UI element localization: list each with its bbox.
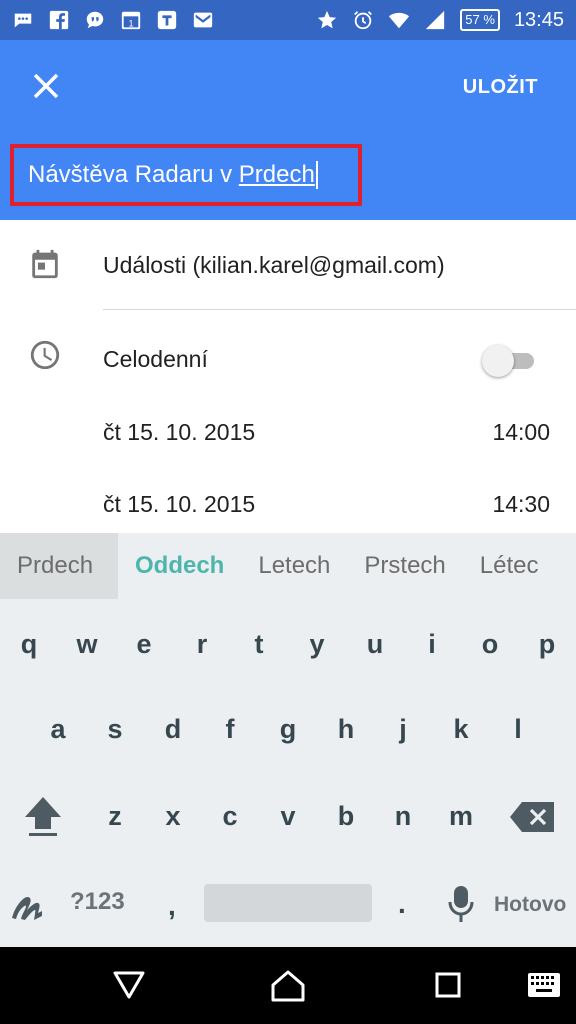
key-t[interactable]: t <box>239 629 279 660</box>
end-date[interactable]: čt 15. 10. 2015 <box>103 491 255 518</box>
key-u[interactable]: u <box>355 629 395 660</box>
suggestion-item[interactable]: Letech <box>241 533 347 599</box>
all-day-label: Celodenní <box>103 346 208 372</box>
calendar-row[interactable]: Události (kilian.karel@gmail.com) <box>0 220 576 310</box>
key-w[interactable]: w <box>67 629 107 660</box>
suggestion-strip: Prdech Oddech Letech Prstech Létec <box>0 533 576 599</box>
gmail-icon <box>192 9 214 31</box>
svg-text:1: 1 <box>128 18 133 28</box>
event-title-composing: Prdech <box>238 161 315 188</box>
start-row: čt 15. 10. 2015 14:00 <box>0 400 576 464</box>
keyboard-row-2: a s d f g h j k l <box>0 714 576 754</box>
keyboard-switch-button[interactable] <box>528 973 560 1002</box>
backspace-icon <box>510 802 554 832</box>
key-a[interactable]: a <box>38 714 78 745</box>
calendar-name: Události (kilian.karel@gmail.com) <box>103 252 445 278</box>
done-key[interactable]: Hotovo <box>494 893 566 917</box>
home-icon <box>271 970 305 1002</box>
microphone-icon <box>448 886 474 922</box>
messenger-icon <box>12 9 34 31</box>
save-button[interactable]: ULOŽIT <box>463 76 538 99</box>
suggestion-item[interactable]: Oddech <box>118 533 241 599</box>
key-p[interactable]: p <box>527 629 567 660</box>
keyboard-row-3: z x c v b n m <box>0 801 576 841</box>
key-i[interactable]: i <box>412 629 452 660</box>
recents-icon <box>435 972 461 998</box>
end-row: čt 15. 10. 2015 14:30 <box>0 472 576 536</box>
navigation-bar <box>0 947 576 1024</box>
signal-icon <box>424 9 446 31</box>
key-m[interactable]: m <box>441 801 481 832</box>
text-cursor <box>315 161 318 189</box>
key-k[interactable]: k <box>441 714 481 745</box>
alarm-icon <box>352 9 374 31</box>
status-bar: 1 57 % 13:45 <box>0 0 576 40</box>
recents-button[interactable] <box>434 969 462 1006</box>
home-button[interactable] <box>270 969 306 1008</box>
mic-key[interactable] <box>447 884 475 929</box>
keyboard-icon <box>528 973 560 997</box>
space-bar[interactable] <box>204 884 372 922</box>
key-c[interactable]: c <box>210 801 250 832</box>
clock: 13:45 <box>513 8 564 31</box>
key-g[interactable]: g <box>268 714 308 745</box>
suggestion-item[interactable]: Prdech <box>0 533 118 599</box>
suggestion-item[interactable]: Prstech <box>347 533 462 599</box>
keyboard-row-1: q w e r t y u i o p <box>0 629 576 669</box>
close-icon <box>33 73 59 99</box>
wifi-icon <box>388 9 410 31</box>
toggle-thumb <box>482 345 514 377</box>
chat-icon <box>84 9 106 31</box>
backspace-key[interactable] <box>510 802 554 837</box>
key-f[interactable]: f <box>210 714 250 745</box>
shift-icon <box>25 797 61 836</box>
battery-indicator: 57 % <box>460 9 500 31</box>
back-icon <box>113 971 145 999</box>
close-button[interactable] <box>28 68 64 104</box>
shift-key[interactable] <box>22 795 64 846</box>
start-date[interactable]: čt 15. 10. 2015 <box>103 419 255 446</box>
event-title-prefix: Návštěva Radaru v <box>28 161 239 188</box>
clock-icon <box>28 338 62 372</box>
key-h[interactable]: h <box>326 714 366 745</box>
key-y[interactable]: y <box>297 629 337 660</box>
event-title-input[interactable]: Návštěva Radaru v Prdech <box>10 144 362 206</box>
key-d[interactable]: d <box>153 714 193 745</box>
key-r[interactable]: r <box>182 629 222 660</box>
key-z[interactable]: z <box>95 801 135 832</box>
key-j[interactable]: j <box>383 714 423 745</box>
key-v[interactable]: v <box>268 801 308 832</box>
handwriting-key[interactable] <box>8 884 52 929</box>
back-button[interactable] <box>112 969 146 1006</box>
comma-key[interactable]: , <box>168 890 176 922</box>
handwriting-icon <box>12 896 42 920</box>
suggestion-item[interactable]: Létec <box>463 533 556 599</box>
period-key[interactable]: . <box>398 888 406 920</box>
tasks-icon <box>156 9 178 31</box>
star-icon <box>316 9 338 31</box>
calendar-icon <box>28 247 62 281</box>
key-n[interactable]: n <box>383 801 423 832</box>
key-e[interactable]: e <box>124 629 164 660</box>
facebook-icon <box>48 9 70 31</box>
key-s[interactable]: s <box>95 714 135 745</box>
end-time[interactable]: 14:30 <box>492 491 550 518</box>
start-time[interactable]: 14:00 <box>492 419 550 446</box>
calendar-1-icon: 1 <box>120 9 142 31</box>
key-l[interactable]: l <box>498 714 538 745</box>
divider <box>103 309 576 310</box>
symbols-key[interactable]: ?123 <box>70 888 125 916</box>
all-day-toggle[interactable] <box>482 343 538 379</box>
event-title-text: Návštěva Radaru v Prdech <box>28 161 315 189</box>
key-x[interactable]: x <box>153 801 193 832</box>
app-bar: ULOŽIT Návštěva Radaru v Prdech <box>0 40 576 220</box>
key-q[interactable]: q <box>9 629 49 660</box>
key-o[interactable]: o <box>470 629 510 660</box>
key-b[interactable]: b <box>326 801 366 832</box>
